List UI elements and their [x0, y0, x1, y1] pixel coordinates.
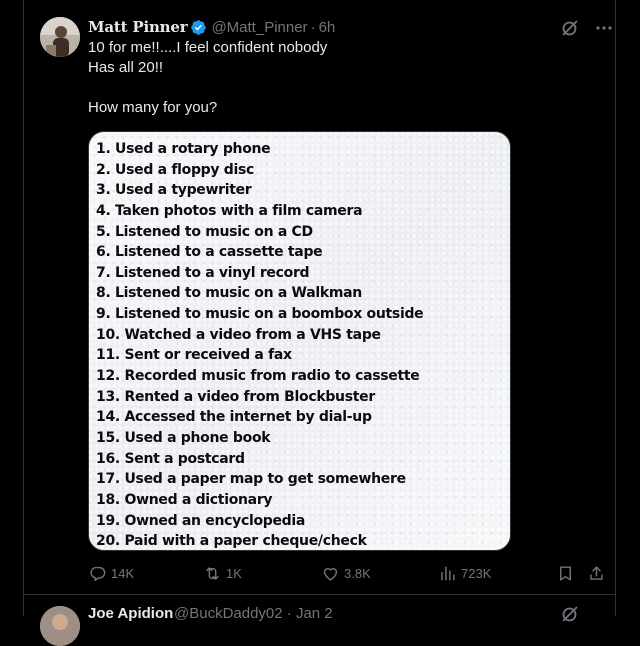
tweet-media-image[interactable]: 1. Used a rotary phone 2. Used a floppy …	[88, 131, 511, 551]
views-count: 723K	[461, 565, 492, 581]
bookmark-icon	[560, 565, 571, 581]
media-checklist: 1. Used a rotary phone 2. Used a floppy …	[96, 139, 424, 550]
checklist-item: 17. Used a paper map to get somewhere	[96, 471, 406, 488]
checklist-item: 18. Owned a dictionary	[96, 491, 273, 508]
tweet-text-line: Has all 20!!	[88, 59, 164, 76]
tweet-text-blank-line	[88, 78, 588, 98]
checklist-item: 12. Recorded music from radio to cassett…	[96, 368, 420, 385]
tweet-action-bar: 14K 1K 3.8K 723K	[88, 563, 608, 583]
checklist-item: 14. Accessed the internet by dial-up	[96, 409, 372, 426]
checklist-item: 20. Paid with a paper cheque/check	[96, 533, 367, 550]
reply-count: 14K	[111, 565, 135, 581]
checklist-item: 19. Owned an encyclopedia	[96, 512, 306, 529]
avatar[interactable]	[40, 17, 80, 57]
retweet-icon	[206, 566, 219, 580]
author-handle[interactable]: @Matt_Pinner	[211, 19, 307, 36]
checklist-item: 16. Sent a postcard	[96, 450, 245, 467]
checklist-item: 6. Listened to a cassette tape	[96, 244, 323, 261]
views-button[interactable]: 723K	[438, 563, 491, 583]
checklist-item: 11. Sent or received a fax	[96, 347, 292, 364]
tweet-text-line: How many for you?	[88, 99, 218, 116]
checklist-item: 4. Taken photos with a film camera	[96, 202, 363, 219]
share-button[interactable]	[587, 563, 610, 583]
reply-icon	[90, 566, 106, 581]
more-options-icon[interactable]	[594, 18, 614, 38]
next-tweet-author-name[interactable]: Joe Apidion	[88, 605, 173, 622]
avatar-image	[40, 17, 80, 57]
checklist-item: 1. Used a rotary phone	[96, 141, 271, 157]
bookmark-button[interactable]	[556, 563, 579, 583]
next-tweet-grok-icon[interactable]	[560, 604, 580, 624]
checklist-item: 9. Listened to music on a boombox outsid…	[96, 306, 424, 323]
retweet-count: 1K	[226, 565, 242, 581]
checklist-item: 5. Listened to music on a CD	[96, 223, 313, 240]
like-button[interactable]: 3.8K	[321, 563, 371, 583]
tweet-header: Matt Pinner @Matt_Pinner · 6h	[88, 17, 335, 37]
next-tweet-meta[interactable]: @BuckDaddy02 · Jan 2	[174, 605, 333, 622]
retweet-button[interactable]: 1K	[203, 563, 242, 583]
next-tweet-avatar[interactable]	[40, 606, 80, 646]
checklist-item: 15. Used a phone book	[96, 429, 271, 446]
reply-button[interactable]: 14K	[88, 563, 134, 583]
meta-separator: ·	[310, 18, 316, 36]
share-icon	[590, 565, 603, 580]
tweet-text: 10 for me!!....I feel confident nobody H…	[88, 38, 588, 118]
checklist-item: 8. Listened to music on a Walkman	[96, 285, 362, 302]
like-count: 3.8K	[344, 565, 371, 581]
checklist-item: 3. Used a typewriter	[96, 182, 252, 199]
checklist-item: 10. Watched a video from a VHS tape	[96, 326, 381, 343]
heart-icon	[323, 567, 338, 581]
analytics-icon	[441, 565, 455, 581]
checklist-item: 7. Listened to a vinyl record	[96, 264, 310, 281]
grok-icon[interactable]	[560, 18, 580, 38]
header-actions	[560, 18, 614, 38]
tweet-timestamp[interactable]: 6h	[319, 19, 336, 36]
checklist-item: 2. Used a floppy disc	[96, 161, 255, 178]
verified-badge-icon	[190, 19, 207, 36]
avatar-image	[40, 606, 80, 646]
tweet-divider	[24, 594, 616, 595]
tweet-text-line: 10 for me!!....I feel confident nobody	[88, 39, 328, 56]
author-name[interactable]: Matt Pinner	[88, 18, 188, 36]
checklist-item: 13. Rented a video from Blockbuster	[96, 388, 375, 405]
